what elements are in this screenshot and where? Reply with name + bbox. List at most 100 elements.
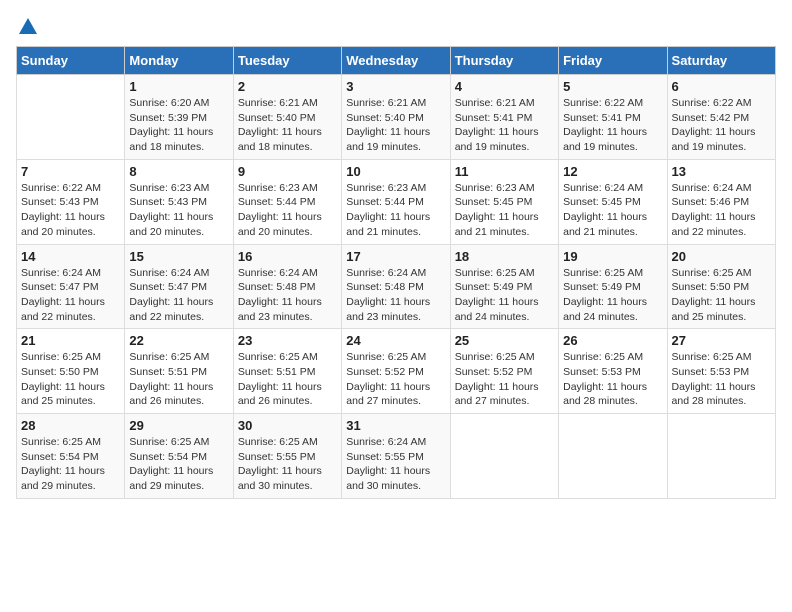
day-info: Sunrise: 6:25 AM Sunset: 5:54 PM Dayligh… — [21, 435, 120, 494]
page-header — [16, 16, 776, 38]
day-number: 9 — [238, 164, 337, 179]
day-info: Sunrise: 6:24 AM Sunset: 5:45 PM Dayligh… — [563, 181, 662, 240]
day-info: Sunrise: 6:25 AM Sunset: 5:53 PM Dayligh… — [563, 350, 662, 409]
day-number: 4 — [455, 79, 554, 94]
day-number: 23 — [238, 333, 337, 348]
calendar-cell: 12 Sunrise: 6:24 AM Sunset: 5:45 PM Dayli… — [559, 159, 667, 244]
day-number: 13 — [672, 164, 771, 179]
day-number: 10 — [346, 164, 445, 179]
day-info: Sunrise: 6:24 AM Sunset: 5:48 PM Dayligh… — [346, 266, 445, 325]
day-number: 29 — [129, 418, 228, 433]
day-info: Sunrise: 6:24 AM Sunset: 5:47 PM Dayligh… — [129, 266, 228, 325]
calendar-cell: 21 Sunrise: 6:25 AM Sunset: 5:50 PM Dayli… — [17, 329, 125, 414]
calendar-cell: 29Sunrise: 6:25 AM Sunset: 5:54 PM Dayli… — [125, 414, 233, 499]
day-info: Sunrise: 6:21 AM Sunset: 5:40 PM Dayligh… — [238, 96, 337, 155]
calendar-cell: 25 Sunrise: 6:25 AM Sunset: 5:52 PM Dayli… — [450, 329, 558, 414]
day-info: Sunrise: 6:25 AM Sunset: 5:50 PM Dayligh… — [672, 266, 771, 325]
day-number: 31 — [346, 418, 445, 433]
day-number: 24 — [346, 333, 445, 348]
calendar-cell: 26Sunrise: 6:25 AM Sunset: 5:53 PM Dayli… — [559, 329, 667, 414]
calendar-table: SundayMondayTuesdayWednesdayThursdayFrid… — [16, 46, 776, 499]
day-info: Sunrise: 6:24 AM Sunset: 5:46 PM Dayligh… — [672, 181, 771, 240]
calendar-cell: 10 Sunrise: 6:23 AM Sunset: 5:44 PM Dayli… — [342, 159, 450, 244]
day-number: 7 — [21, 164, 120, 179]
calendar-cell: 1 Sunrise: 6:20 AM Sunset: 5:39 PM Daylig… — [125, 75, 233, 160]
day-info: Sunrise: 6:21 AM Sunset: 5:40 PM Dayligh… — [346, 96, 445, 155]
calendar-cell — [17, 75, 125, 160]
day-number: 30 — [238, 418, 337, 433]
day-info: Sunrise: 6:25 AM Sunset: 5:49 PM Dayligh… — [455, 266, 554, 325]
day-info: Sunrise: 6:20 AM Sunset: 5:39 PM Dayligh… — [129, 96, 228, 155]
calendar-day-header: Friday — [559, 47, 667, 75]
calendar-day-header: Monday — [125, 47, 233, 75]
logo-icon — [17, 16, 39, 38]
calendar-cell: 4Sunrise: 6:21 AM Sunset: 5:41 PM Daylig… — [450, 75, 558, 160]
calendar-day-header: Wednesday — [342, 47, 450, 75]
day-info: Sunrise: 6:23 AM Sunset: 5:44 PM Dayligh… — [238, 181, 337, 240]
day-number: 19 — [563, 249, 662, 264]
day-info: Sunrise: 6:23 AM Sunset: 5:45 PM Dayligh… — [455, 181, 554, 240]
day-info: Sunrise: 6:25 AM Sunset: 5:49 PM Dayligh… — [563, 266, 662, 325]
day-number: 1 — [129, 79, 228, 94]
calendar-cell: 31 Sunrise: 6:24 AM Sunset: 5:55 PM Dayli… — [342, 414, 450, 499]
calendar-header-row: SundayMondayTuesdayWednesdayThursdayFrid… — [17, 47, 776, 75]
calendar-cell: 24 Sunrise: 6:25 AM Sunset: 5:52 PM Dayli… — [342, 329, 450, 414]
day-info: Sunrise: 6:25 AM Sunset: 5:51 PM Dayligh… — [129, 350, 228, 409]
calendar-week-row: 14Sunrise: 6:24 AM Sunset: 5:47 PM Dayli… — [17, 244, 776, 329]
day-info: Sunrise: 6:25 AM Sunset: 5:55 PM Dayligh… — [238, 435, 337, 494]
calendar-cell: 23Sunrise: 6:25 AM Sunset: 5:51 PM Dayli… — [233, 329, 341, 414]
calendar-cell: 13 Sunrise: 6:24 AM Sunset: 5:46 PM Dayli… — [667, 159, 775, 244]
day-number: 21 — [21, 333, 120, 348]
day-info: Sunrise: 6:22 AM Sunset: 5:43 PM Dayligh… — [21, 181, 120, 240]
calendar-cell: 14Sunrise: 6:24 AM Sunset: 5:47 PM Dayli… — [17, 244, 125, 329]
calendar-week-row: 28Sunrise: 6:25 AM Sunset: 5:54 PM Dayli… — [17, 414, 776, 499]
day-info: Sunrise: 6:24 AM Sunset: 5:55 PM Dayligh… — [346, 435, 445, 494]
calendar-cell: 2 Sunrise: 6:21 AM Sunset: 5:40 PM Daylig… — [233, 75, 341, 160]
day-number: 25 — [455, 333, 554, 348]
calendar-cell: 17 Sunrise: 6:24 AM Sunset: 5:48 PM Dayli… — [342, 244, 450, 329]
day-number: 20 — [672, 249, 771, 264]
day-number: 11 — [455, 164, 554, 179]
calendar-week-row: 1 Sunrise: 6:20 AM Sunset: 5:39 PM Daylig… — [17, 75, 776, 160]
calendar-day-header: Sunday — [17, 47, 125, 75]
calendar-cell: 20 Sunrise: 6:25 AM Sunset: 5:50 PM Dayli… — [667, 244, 775, 329]
calendar-day-header: Tuesday — [233, 47, 341, 75]
calendar-cell: 28Sunrise: 6:25 AM Sunset: 5:54 PM Dayli… — [17, 414, 125, 499]
calendar-cell: 8Sunrise: 6:23 AM Sunset: 5:43 PM Daylig… — [125, 159, 233, 244]
day-info: Sunrise: 6:22 AM Sunset: 5:41 PM Dayligh… — [563, 96, 662, 155]
day-number: 18 — [455, 249, 554, 264]
calendar-cell: 18 Sunrise: 6:25 AM Sunset: 5:49 PM Dayli… — [450, 244, 558, 329]
calendar-cell — [450, 414, 558, 499]
day-info: Sunrise: 6:25 AM Sunset: 5:50 PM Dayligh… — [21, 350, 120, 409]
day-number: 12 — [563, 164, 662, 179]
calendar-cell: 9 Sunrise: 6:23 AM Sunset: 5:44 PM Daylig… — [233, 159, 341, 244]
day-number: 2 — [238, 79, 337, 94]
calendar-cell: 19 Sunrise: 6:25 AM Sunset: 5:49 PM Dayli… — [559, 244, 667, 329]
day-info: Sunrise: 6:22 AM Sunset: 5:42 PM Dayligh… — [672, 96, 771, 155]
calendar-cell: 6 Sunrise: 6:22 AM Sunset: 5:42 PM Daylig… — [667, 75, 775, 160]
calendar-week-row: 21 Sunrise: 6:25 AM Sunset: 5:50 PM Dayli… — [17, 329, 776, 414]
calendar-cell: 30 Sunrise: 6:25 AM Sunset: 5:55 PM Dayli… — [233, 414, 341, 499]
day-number: 5 — [563, 79, 662, 94]
calendar-day-header: Thursday — [450, 47, 558, 75]
day-info: Sunrise: 6:24 AM Sunset: 5:48 PM Dayligh… — [238, 266, 337, 325]
day-number: 22 — [129, 333, 228, 348]
calendar-day-header: Saturday — [667, 47, 775, 75]
day-number: 17 — [346, 249, 445, 264]
day-info: Sunrise: 6:23 AM Sunset: 5:44 PM Dayligh… — [346, 181, 445, 240]
calendar-cell: 3Sunrise: 6:21 AM Sunset: 5:40 PM Daylig… — [342, 75, 450, 160]
calendar-cell: 16Sunrise: 6:24 AM Sunset: 5:48 PM Dayli… — [233, 244, 341, 329]
day-number: 6 — [672, 79, 771, 94]
day-number: 27 — [672, 333, 771, 348]
logo — [16, 16, 39, 38]
day-number: 15 — [129, 249, 228, 264]
day-info: Sunrise: 6:23 AM Sunset: 5:43 PM Dayligh… — [129, 181, 228, 240]
calendar-cell: 11 Sunrise: 6:23 AM Sunset: 5:45 PM Dayli… — [450, 159, 558, 244]
day-info: Sunrise: 6:25 AM Sunset: 5:52 PM Dayligh… — [346, 350, 445, 409]
day-info: Sunrise: 6:25 AM Sunset: 5:53 PM Dayligh… — [672, 350, 771, 409]
calendar-cell — [667, 414, 775, 499]
day-info: Sunrise: 6:25 AM Sunset: 5:52 PM Dayligh… — [455, 350, 554, 409]
calendar-cell: 27 Sunrise: 6:25 AM Sunset: 5:53 PM Dayli… — [667, 329, 775, 414]
calendar-cell: 22 Sunrise: 6:25 AM Sunset: 5:51 PM Dayli… — [125, 329, 233, 414]
calendar-cell — [559, 414, 667, 499]
